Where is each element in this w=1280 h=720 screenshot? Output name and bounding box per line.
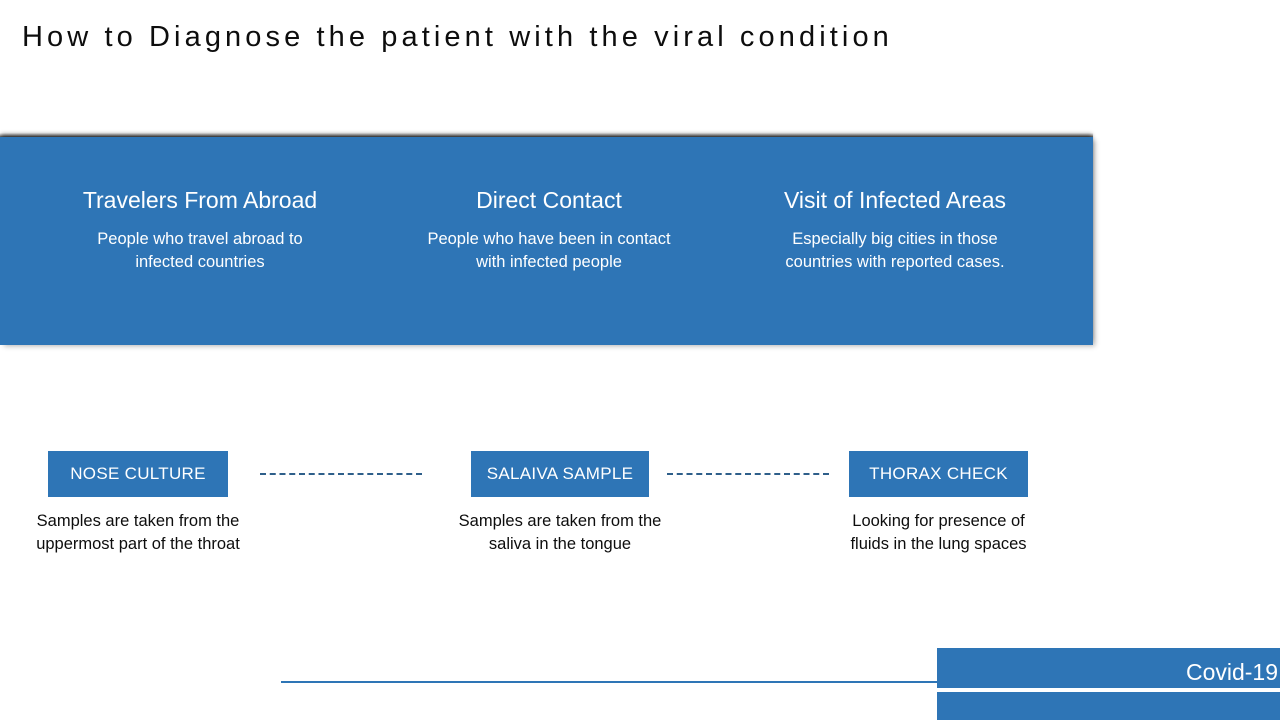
step-box-salaiva-sample[interactable]: SALAIVA SAMPLE	[471, 451, 649, 497]
cause-body: People who travel abroad to infected cou…	[97, 230, 303, 271]
step-box-thorax-check[interactable]: THORAX CHECK	[849, 451, 1028, 497]
step-box-nose-culture[interactable]: NOSE CULTURE	[48, 451, 228, 497]
cause-column-direct-contact: Direct Contact People who have been in c…	[397, 137, 701, 273]
cause-body: People who have been in contact with inf…	[427, 230, 671, 271]
cause-heading: Direct Contact	[476, 187, 622, 213]
footer-bar-bottom	[937, 692, 1280, 720]
page-title: How to Diagnose the patient with the vir…	[22, 21, 893, 53]
footer-label: Covid-19	[1185, 659, 1278, 685]
cause-body: Especially big cities in those countries…	[785, 230, 1005, 271]
step-description-thorax-check: Looking for presence of fluids in the lu…	[850, 512, 1027, 553]
causes-panel: Travelers From Abroad People who travel …	[0, 137, 1093, 345]
cause-heading: Travelers From Abroad	[82, 187, 318, 213]
cause-column-visit-of-infected-areas: Visit of Infected Areas Especially big c…	[743, 137, 1047, 273]
cause-heading: Visit of Infected Areas	[783, 187, 1007, 213]
step-description-nose-culture: Samples are taken from the uppermost par…	[36, 512, 240, 553]
dashed-connector-icon	[667, 473, 829, 475]
dashed-connector-icon	[260, 473, 422, 475]
footer-divider	[281, 681, 987, 683]
cause-column-travelers-from-abroad: Travelers From Abroad People who travel …	[48, 137, 352, 273]
step-description-salaiva-sample: Samples are taken from the saliva in the…	[458, 512, 662, 553]
